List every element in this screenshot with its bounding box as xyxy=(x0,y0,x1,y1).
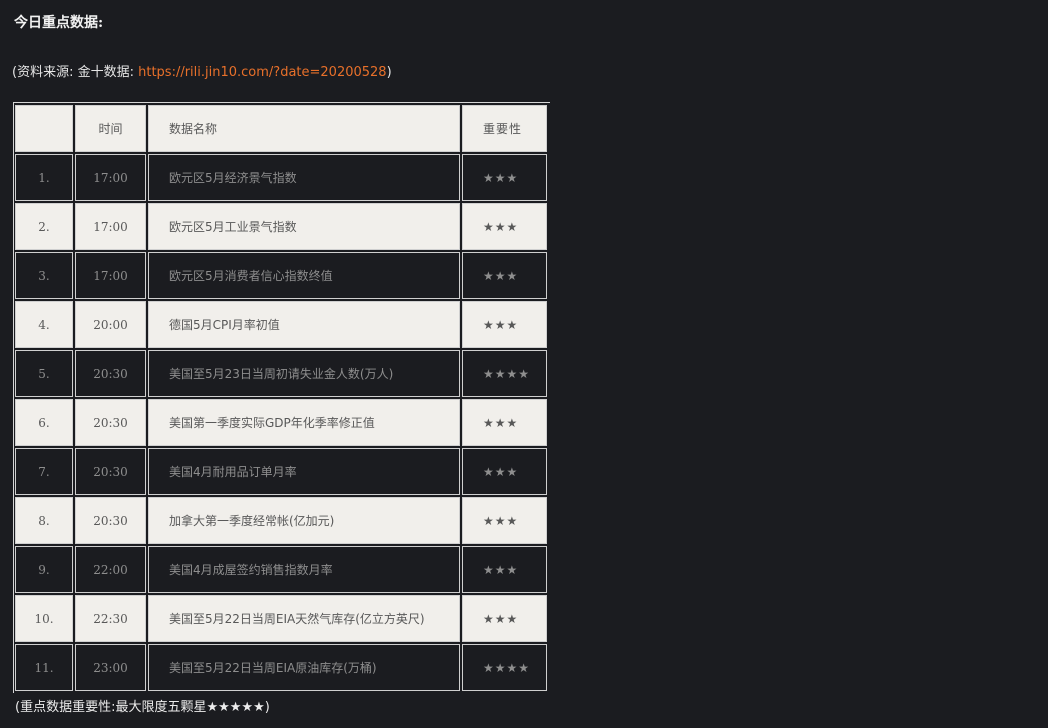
row-index: 2. xyxy=(15,203,73,250)
table-row: 4. 20:00 德国5月CPI月率初值 ★★★ xyxy=(15,301,547,348)
row-time: 17:00 xyxy=(75,203,146,250)
row-importance: ★★★ xyxy=(462,203,547,250)
table-body: 1. 17:00 欧元区5月经济景气指数 ★★★ 2. 17:00 欧元区5月工业景气指数 ★… xyxy=(15,154,547,691)
header-importance: 重要性 xyxy=(462,105,547,152)
row-index: 10. xyxy=(15,595,73,642)
row-name: 欧元区5月经济景气指数 xyxy=(148,154,460,201)
header-time: 时间 xyxy=(75,105,146,152)
table-row: 2. 17:00 欧元区5月工业景气指数 ★★★ xyxy=(15,203,547,250)
data-table: 时间 数据名称 重要性 1. 17:00 欧元区5月经济景气指数 ★★★ 2. 17:00… xyxy=(13,103,549,693)
row-time: 20:30 xyxy=(75,448,146,495)
table-row: 6. 20:30 美国第一季度实际GDP年化季率修正值 ★★★ xyxy=(15,399,547,446)
row-importance: ★★★ xyxy=(462,252,547,299)
table-header-row: 时间 数据名称 重要性 xyxy=(15,105,547,152)
source-suffix: ) xyxy=(386,65,392,80)
row-importance: ★★★ xyxy=(462,399,547,446)
row-time: 22:00 xyxy=(75,546,146,593)
table-row: 9. 22:00 美国4月成屋签约销售指数月率 ★★★ xyxy=(15,546,547,593)
row-name: 美国第一季度实际GDP年化季率修正值 xyxy=(148,399,460,446)
row-name: 欧元区5月工业景气指数 xyxy=(148,203,460,250)
row-importance: ★★★★ xyxy=(462,350,547,397)
table-row: 11. 23:00 美国至5月22日当周EIA原油库存(万桶) ★★★★ xyxy=(15,644,547,691)
source-prefix: (资料来源: 金十数据: xyxy=(12,65,139,80)
row-importance: ★★★★ xyxy=(462,644,547,691)
row-time: 23:00 xyxy=(75,644,146,691)
row-importance: ★★★ xyxy=(462,546,547,593)
table-row: 3. 17:00 欧元区5月消费者信心指数终值 ★★★ xyxy=(15,252,547,299)
row-index: 5. xyxy=(15,350,73,397)
table-row: 7. 20:30 美国4月耐用品订单月率 ★★★ xyxy=(15,448,547,495)
row-time: 20:00 xyxy=(75,301,146,348)
row-index: 6. xyxy=(15,399,73,446)
row-name: 美国至5月22日当周EIA原油库存(万桶) xyxy=(148,644,460,691)
row-name: 美国4月成屋签约销售指数月率 xyxy=(148,546,460,593)
table-row: 10. 22:30 美国至5月22日当周EIA天然气库存(亿立方英尺) ★★★ xyxy=(15,595,547,642)
row-time: 20:30 xyxy=(75,350,146,397)
row-importance: ★★★ xyxy=(462,497,547,544)
header-name: 数据名称 xyxy=(148,105,460,152)
row-time: 22:30 xyxy=(75,595,146,642)
table-row: 1. 17:00 欧元区5月经济景气指数 ★★★ xyxy=(15,154,547,201)
row-name: 加拿大第一季度经常帐(亿加元) xyxy=(148,497,460,544)
row-index: 9. xyxy=(15,546,73,593)
row-name: 美国至5月22日当周EIA天然气库存(亿立方英尺) xyxy=(148,595,460,642)
row-name: 美国至5月23日当周初请失业金人数(万人) xyxy=(148,350,460,397)
row-index: 1. xyxy=(15,154,73,201)
row-time: 17:00 xyxy=(75,154,146,201)
page-heading: 今日重点数据: xyxy=(14,15,104,31)
row-time: 17:00 xyxy=(75,252,146,299)
row-name: 美国4月耐用品订单月率 xyxy=(148,448,460,495)
header-index xyxy=(15,105,73,152)
row-index: 3. xyxy=(15,252,73,299)
source-line: (资料来源: 金十数据: https://rili.jin10.com/?dat… xyxy=(12,61,392,80)
table-row: 5. 20:30 美国至5月23日当周初请失业金人数(万人) ★★★★ xyxy=(15,350,547,397)
row-index: 7. xyxy=(15,448,73,495)
importance-note: (重点数据重要性:最大限度五颗星★★★★★) xyxy=(15,700,270,715)
row-importance: ★★★ xyxy=(462,448,547,495)
data-table-container: 时间 数据名称 重要性 1. 17:00 欧元区5月经济景气指数 ★★★ 2. 17:00… xyxy=(13,102,550,693)
row-index: 4. xyxy=(15,301,73,348)
row-name: 欧元区5月消费者信心指数终值 xyxy=(148,252,460,299)
row-importance: ★★★ xyxy=(462,595,547,642)
row-index: 8. xyxy=(15,497,73,544)
row-name: 德国5月CPI月率初值 xyxy=(148,301,460,348)
row-index: 11. xyxy=(15,644,73,691)
row-time: 20:30 xyxy=(75,399,146,446)
row-importance: ★★★ xyxy=(462,301,547,348)
source-link[interactable]: https://rili.jin10.com/?date=20200528 xyxy=(138,65,386,80)
row-importance: ★★★ xyxy=(462,154,547,201)
row-time: 20:30 xyxy=(75,497,146,544)
table-row: 8. 20:30 加拿大第一季度经常帐(亿加元) ★★★ xyxy=(15,497,547,544)
